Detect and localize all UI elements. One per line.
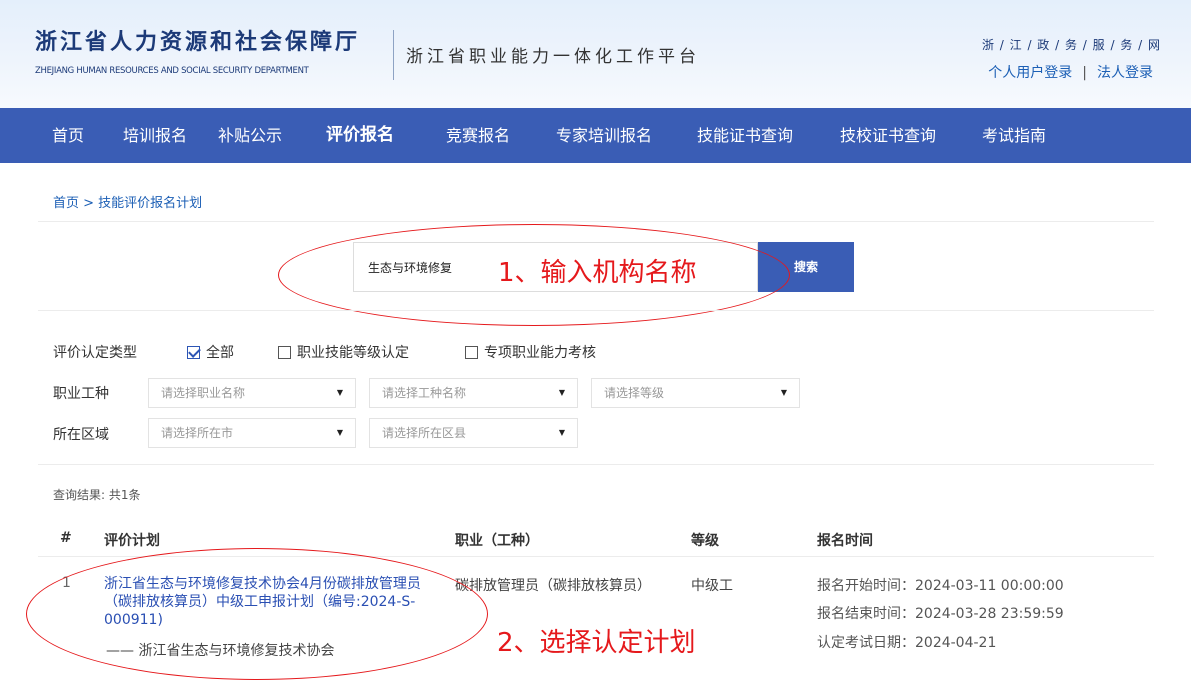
- login-separator: |: [1082, 65, 1087, 81]
- level-select[interactable]: 请选择等级 ▼: [591, 378, 800, 408]
- select-placeholder: 请选择等级: [604, 386, 665, 400]
- type-option-label: 职业技能等级认定: [297, 345, 409, 361]
- column-header-occupation: 职业（工种）: [455, 533, 539, 549]
- select-placeholder: 请选择所在市: [161, 426, 234, 440]
- signup-end-time: 报名结束时间：2024-03-28 23:59:59: [817, 606, 1064, 622]
- type-option-label: 专项职业能力考核: [484, 345, 596, 361]
- type-option-all[interactable]: 全部: [187, 342, 234, 362]
- exam-date: 认定考试日期：2024-04-21: [817, 635, 997, 651]
- nav-home[interactable]: 首页: [52, 108, 84, 163]
- platform-title: 浙江省职业能力一体化工作平台: [406, 47, 700, 67]
- breadcrumb[interactable]: 首页 > 技能评价报名计划: [53, 192, 202, 211]
- work-type-select[interactable]: 请选择工种名称 ▼: [369, 378, 578, 408]
- nav-subsidy-notice[interactable]: 补贴公示: [218, 108, 282, 163]
- personal-login-link[interactable]: 个人用户登录: [988, 65, 1072, 81]
- occupation-label: 职业工种: [53, 386, 109, 402]
- plan-organization: —— 浙江省生态与环境修复技术协会: [106, 643, 335, 659]
- corporate-login-link[interactable]: 法人登录: [1097, 65, 1153, 81]
- triangle-down-icon: ▼: [558, 428, 565, 437]
- annotation-step1: 1、输入机构名称: [498, 258, 697, 288]
- select-placeholder: 请选择职业名称: [161, 386, 246, 400]
- login-links: 个人用户登录 | 法人登录: [988, 62, 1153, 82]
- type-option-skill-level[interactable]: 职业技能等级认定: [278, 342, 409, 362]
- city-select[interactable]: 请选择所在市 ▼: [148, 418, 356, 448]
- column-header-level: 等级: [691, 533, 719, 549]
- org-title[interactable]: 浙江省人力资源和社会保障厅: [35, 24, 360, 56]
- nav-training-signup[interactable]: 培训报名: [123, 108, 187, 163]
- divider: [38, 464, 1154, 465]
- row-occupation: 碳排放管理员（碳排放核算员）: [455, 578, 651, 594]
- checkbox-icon[interactable]: [278, 345, 291, 359]
- nav-expert-training[interactable]: 专家培训报名: [556, 108, 652, 163]
- column-header-plan: 评价计划: [104, 533, 160, 549]
- type-option-special-ability[interactable]: 专项职业能力考核: [465, 342, 596, 362]
- divider: [38, 221, 1154, 222]
- occupation-name-select[interactable]: 请选择职业名称 ▼: [148, 378, 356, 408]
- row-index: 1: [62, 575, 71, 591]
- gov-service-link[interactable]: 浙 / 江 / 政 / 务 / 服 / 务 / 网: [982, 36, 1161, 53]
- checkbox-icon[interactable]: [465, 345, 478, 359]
- nav-school-certificate-query[interactable]: 技校证书查询: [840, 108, 936, 163]
- org-subtitle: ZHEJIANG HUMAN RESOURCES AND SOCIAL SECU…: [35, 66, 309, 76]
- row-level: 中级工: [691, 578, 733, 594]
- column-header-signup-time: 报名时间: [817, 533, 873, 549]
- divider: [38, 310, 1154, 311]
- select-placeholder: 请选择工种名称: [382, 386, 467, 400]
- triangle-down-icon: ▼: [558, 388, 565, 397]
- select-placeholder: 请选择所在区县: [382, 426, 467, 440]
- nav-evaluation-signup[interactable]: 评价报名: [326, 108, 394, 163]
- annotation-step2: 2、选择认定计划: [497, 628, 696, 658]
- region-label: 所在区域: [53, 427, 109, 443]
- nav-skill-certificate-query[interactable]: 技能证书查询: [697, 108, 793, 163]
- header-divider: [393, 30, 394, 80]
- triangle-down-icon: ▼: [336, 428, 343, 437]
- triangle-down-icon: ▼: [336, 388, 343, 397]
- search-button[interactable]: 搜索: [758, 242, 854, 292]
- result-count: 查询结果: 共1条: [53, 488, 141, 502]
- nav-exam-guide[interactable]: 考试指南: [982, 108, 1046, 163]
- triangle-down-icon: ▼: [780, 388, 787, 397]
- main-nav: 首页 培训报名 补贴公示 评价报名 竞赛报名 专家培训报名 技能证书查询 技校证…: [0, 108, 1191, 163]
- district-select[interactable]: 请选择所在区县 ▼: [369, 418, 578, 448]
- checkbox-checked-icon[interactable]: [187, 345, 200, 359]
- nav-competition-signup[interactable]: 竞赛报名: [446, 108, 510, 163]
- evaluation-type-label: 评价认定类型: [53, 345, 137, 361]
- site-header: 浙江省人力资源和社会保障厅 ZHEJIANG HUMAN RESOURCES A…: [0, 0, 1191, 108]
- signup-start-time: 报名开始时间：2024-03-11 00:00:00: [817, 578, 1064, 594]
- column-header-index: #: [60, 530, 72, 546]
- plan-link[interactable]: 浙江省生态与环境修复技术协会4月份碳排放管理员（碳排放核算员）中级工申报计划（编…: [104, 575, 444, 629]
- table-header-divider: [38, 556, 1154, 557]
- type-option-label: 全部: [206, 345, 234, 361]
